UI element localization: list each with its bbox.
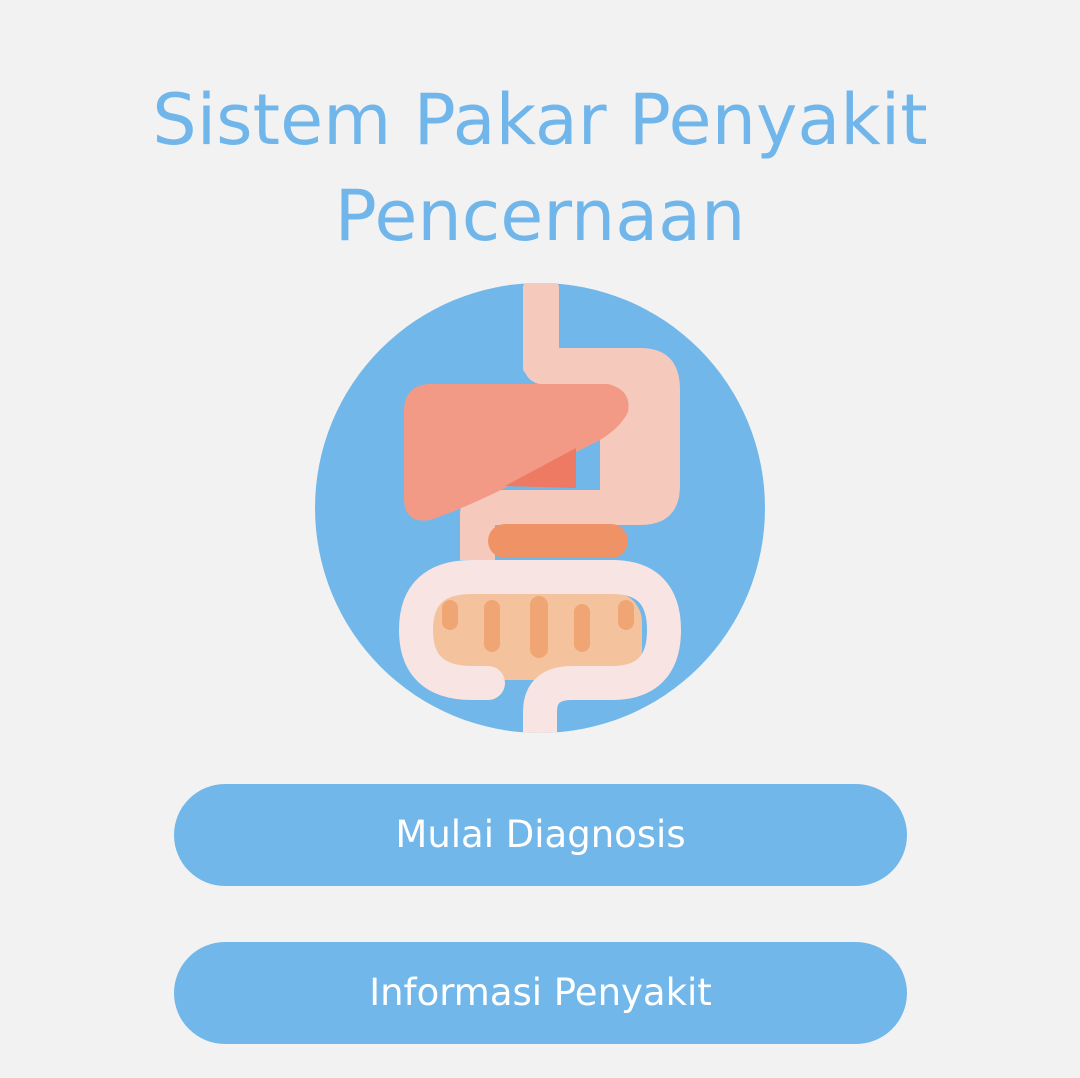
pancreas bbox=[488, 524, 628, 558]
intestine-ridge bbox=[442, 600, 458, 630]
title-line-2: Pencernaan bbox=[334, 175, 746, 257]
intestine-ridge bbox=[618, 600, 634, 630]
intestine-ridge bbox=[484, 600, 500, 652]
page-title: Sistem Pakar Penyakit Pencernaan bbox=[0, 72, 1080, 264]
disease-info-button[interactable]: Informasi Penyakit bbox=[174, 942, 907, 1044]
title-line-1: Sistem Pakar Penyakit bbox=[152, 79, 928, 161]
start-diagnosis-button[interactable]: Mulai Diagnosis bbox=[174, 784, 907, 886]
digestive-system-icon bbox=[300, 270, 780, 750]
intestine-ridge bbox=[530, 596, 548, 658]
intestine-ridge bbox=[574, 604, 590, 652]
